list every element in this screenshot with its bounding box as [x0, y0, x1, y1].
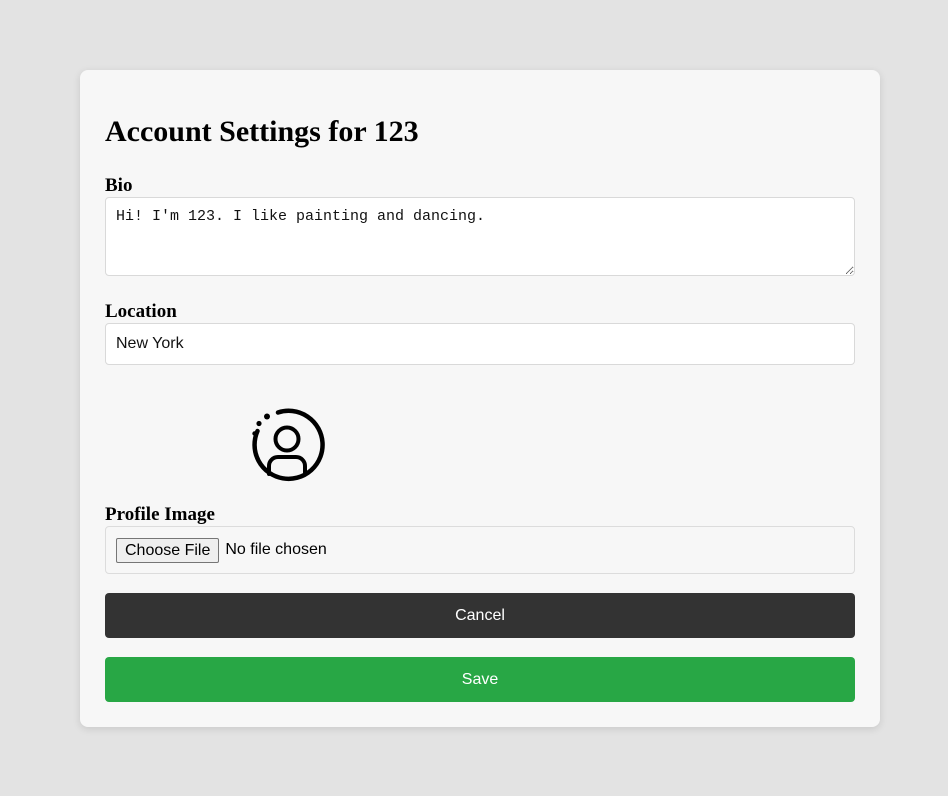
- user-circle-icon: [252, 408, 325, 482]
- cancel-button[interactable]: Cancel: [105, 593, 855, 638]
- save-button[interactable]: Save: [105, 657, 855, 702]
- bio-label: Bio: [105, 175, 133, 196]
- location-label: Location: [105, 301, 177, 322]
- profile-image-file-input[interactable]: Choose File No file chosen: [105, 526, 855, 574]
- location-input[interactable]: [105, 323, 855, 365]
- bio-textarea[interactable]: Hi! I'm 123. I like painting and dancing…: [105, 197, 855, 276]
- choose-file-button[interactable]: Choose File: [116, 537, 220, 563]
- file-status-text: No file chosen: [225, 541, 327, 558]
- page-title: Account Settings for 123: [105, 115, 419, 148]
- settings-card: Account Settings for 123 Bio Hi! I'm 123…: [80, 70, 880, 727]
- profile-image-label: Profile Image: [105, 504, 215, 525]
